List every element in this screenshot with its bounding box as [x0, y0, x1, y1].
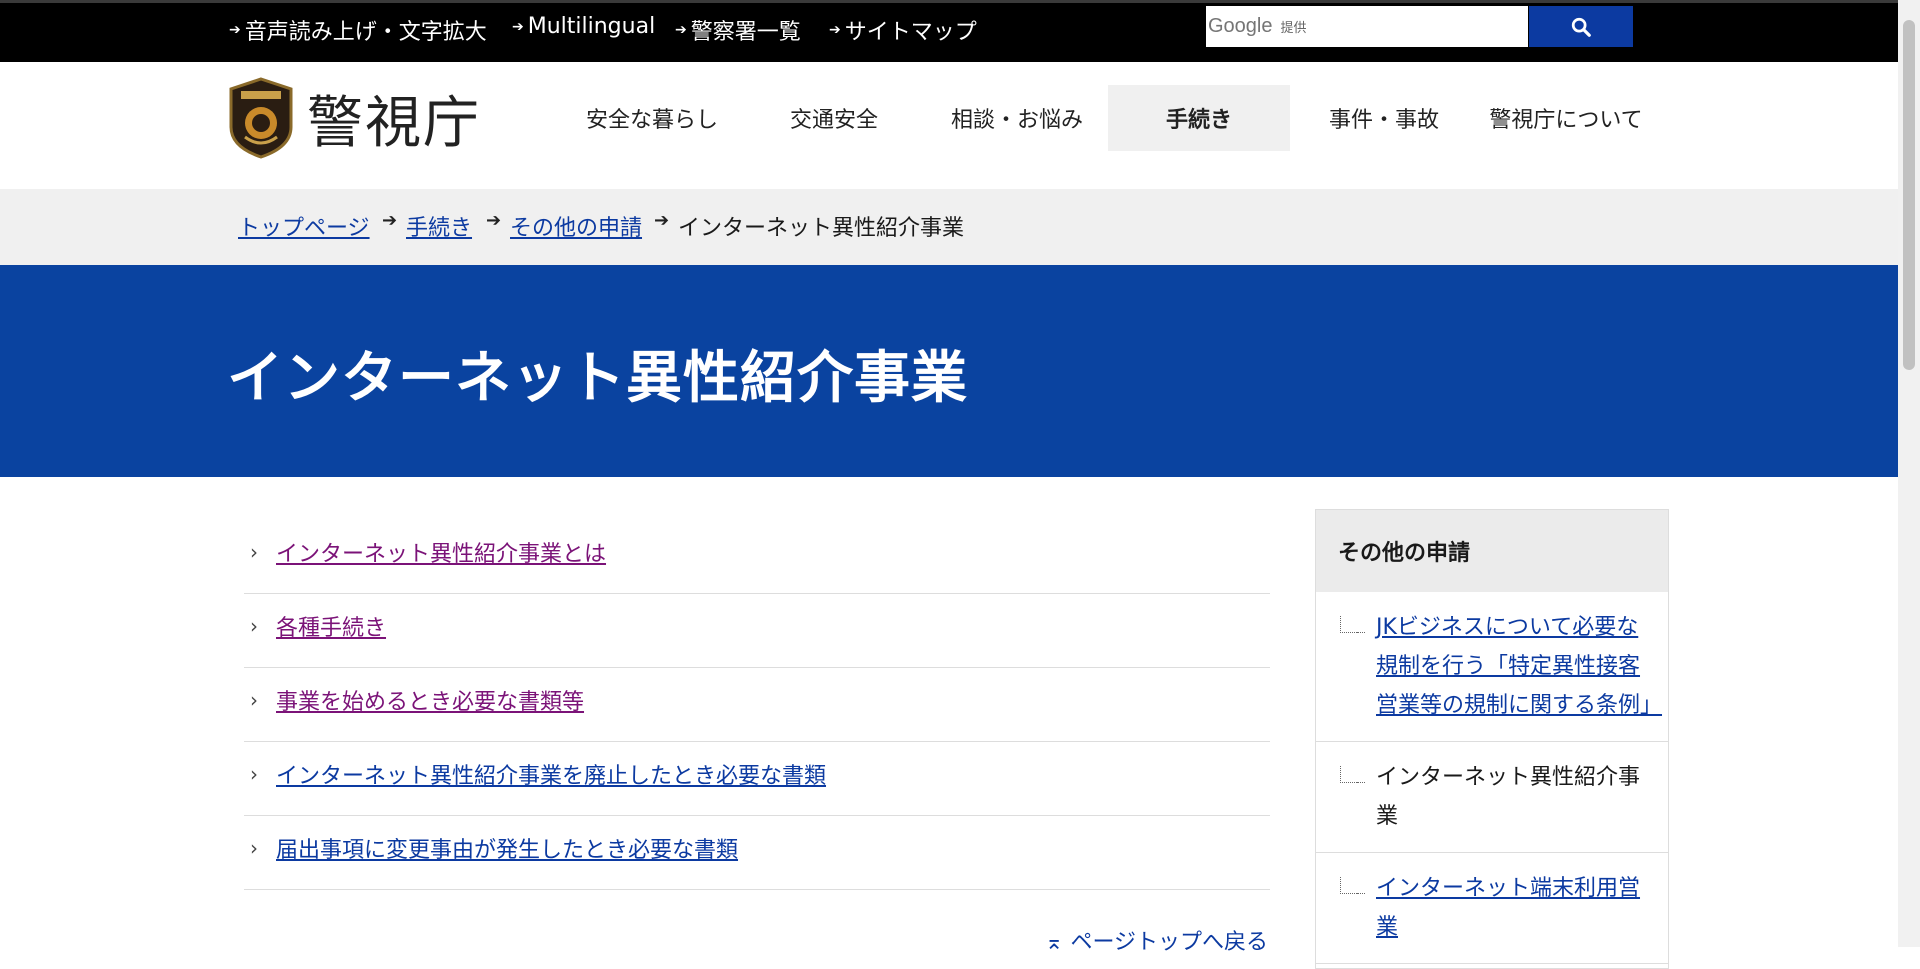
list-item: › 届出事項に変更事由が発生したとき必要な書類 [244, 816, 1270, 890]
side-nav-item: JKビジネスについて必要な規制を行う「特定異性接客営業等の規制に関する条例」 [1316, 592, 1668, 742]
utility-link-sitemap[interactable]: ➔ サイトマップ [829, 14, 977, 46]
list-item: › 事業を始めるとき必要な書類等 [244, 668, 1270, 742]
side-nav-link[interactable]: JKビジネスについて必要な規制を行う「特定異性接客営業等の規制に関する条例」 [1376, 615, 1662, 718]
arrow-right-icon: ➔ [382, 210, 398, 231]
arrow-right-icon: ➔ [654, 210, 670, 231]
side-nav-heading: その他の申請 [1316, 510, 1668, 592]
chevron-right-icon: › [250, 614, 258, 638]
content-link[interactable]: 各種手続き [276, 610, 386, 642]
breadcrumb-current: インターネット異性紹介事業 [678, 216, 965, 241]
tree-connector-icon [1340, 877, 1365, 894]
side-nav: その他の申請 JKビジネスについて必要な規制を行う「特定異性接客営業等の規制に関… [1315, 509, 1669, 969]
tree-connector-icon [1340, 616, 1365, 633]
gnav-procedures[interactable]: 手続き [1108, 85, 1290, 151]
gnav-safe-living[interactable]: 安全な暮らし [568, 85, 736, 151]
tree-connector-icon [1340, 766, 1365, 783]
list-item: › インターネット異性紹介事業とは [244, 520, 1270, 594]
breadcrumb-link-top[interactable]: トップページ [238, 216, 370, 241]
gnav-consultation[interactable]: 相談・お悩み [933, 85, 1101, 151]
site-name: 警視庁 [307, 90, 481, 156]
arrow-right-icon: ➔ [229, 22, 241, 38]
chevron-right-icon: › [250, 688, 258, 712]
page-title: インターネット異性紹介事業 [227, 346, 968, 411]
utility-link-police-stations[interactable]: ➔ 警察署一覧 [675, 14, 801, 46]
search-input[interactable]: Google 提供 [1206, 6, 1528, 47]
gnav-traffic-safety[interactable]: 交通安全 [750, 85, 918, 151]
gnav-about[interactable]: 警視庁について [1478, 85, 1654, 151]
content-link[interactable]: 事業を始めるとき必要な書類等 [276, 684, 584, 716]
content-link[interactable]: インターネット異性紹介事業とは [276, 536, 606, 568]
side-nav-item-current: インターネット異性紹介事業 [1316, 742, 1668, 853]
side-nav-current-label: インターネット異性紹介事業 [1376, 765, 1641, 829]
list-item: › インターネット異性紹介事業を廃止したとき必要な書類 [244, 742, 1270, 816]
content-link[interactable]: インターネット異性紹介事業を廃止したとき必要な書類 [276, 758, 826, 790]
scrollbar-thumb[interactable] [1903, 20, 1915, 370]
content-link[interactable]: 届出事項に変更事由が発生したとき必要な書類 [276, 832, 738, 864]
scrollbar[interactable] [1898, 0, 1920, 947]
chevron-right-icon: › [250, 836, 258, 860]
breadcrumb-link-procedures[interactable]: 手続き [406, 216, 472, 241]
utility-link-multilingual[interactable]: ➔ Multilingual [512, 14, 655, 39]
utility-link-voice[interactable]: ➔ 音声読み上げ・文字拡大 [229, 14, 487, 46]
police-emblem-icon [229, 77, 293, 159]
google-brand: Google [1208, 15, 1273, 37]
page-hero: インターネット異性紹介事業 [0, 265, 1898, 477]
chevron-right-icon: › [250, 540, 258, 564]
breadcrumb-link-other-applications[interactable]: その他の申請 [510, 216, 642, 241]
arrow-right-icon: ➔ [486, 210, 502, 231]
arrow-right-icon: ➔ [512, 18, 524, 35]
search-icon [1571, 17, 1591, 37]
side-nav-link[interactable]: インターネット端末利用営業 [1376, 876, 1640, 940]
arrow-up-icon: ⌅ [1045, 930, 1064, 955]
page-top-link[interactable]: ⌅ ページトップへ戻る [1045, 924, 1268, 956]
search-button[interactable] [1529, 6, 1633, 47]
list-item: › 各種手続き [244, 594, 1270, 668]
google-brand-suffix: 提供 [1280, 21, 1307, 36]
arrow-right-icon: ➔ [829, 22, 841, 38]
chevron-right-icon: › [250, 762, 258, 786]
side-nav-item: インターネット端末利用営業 [1316, 853, 1668, 964]
gnav-incidents[interactable]: 事件・事故 [1300, 85, 1468, 151]
arrow-right-icon: ➔ [675, 22, 687, 38]
site-logo[interactable]: 警視庁 [227, 77, 481, 159]
